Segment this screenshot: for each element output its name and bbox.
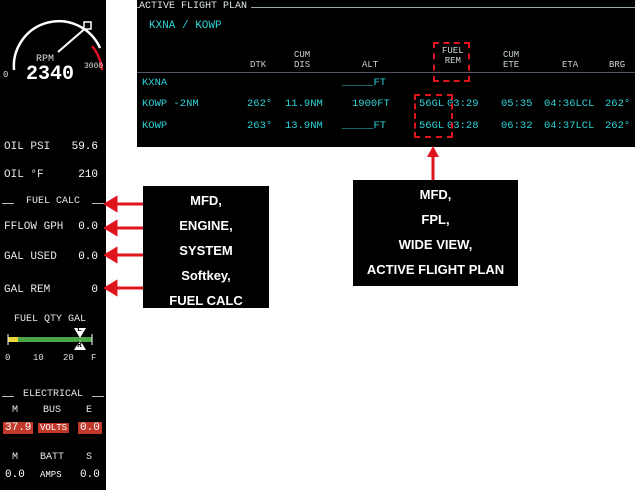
gauge-min-label: 0 [3,70,9,80]
gal-rem-row: GAL REM 0 [4,284,102,296]
header-cum-dis-line2: DIS [294,60,311,70]
active-flight-plan-panel: ACTIVE FLIGHT PLAN KXNA / KOWP DTK CUM D… [137,0,635,147]
batt-label: BATT [40,452,65,463]
fuel-qty-gauge [7,328,93,350]
fpl-wide-view-callout: MFD, FPL, WIDE VIEW, ACTIVE FLIGHT PLAN [353,180,518,286]
engine-indication-panel: 0 3000 RPM 2340 OIL PSI 59.6 OIL °F 210 … [0,0,106,490]
fuel-rem-header-highlight [433,42,470,82]
fuel-left-marker-label: L [77,325,82,334]
oil-psi-label: OIL PSI [4,141,51,153]
row-waypoint: KOWP [142,120,168,132]
fflow-label: FFLOW GPH [4,221,64,233]
gauge-max-label: 3000 [84,62,104,71]
amps-units: AMPS [40,470,62,480]
gal-used-label: GAL USED [4,251,57,263]
row-waypoint: KOWP -2NM [142,98,199,110]
batt-s-value: 0.0 [80,469,100,481]
row-alt: 1900FT [352,98,390,110]
bus-e-label: E [86,405,93,416]
fpl-title: ACTIVE FLIGHT PLAN [139,1,252,12]
callout-line: ENGINE, [179,218,233,233]
rpm-value: 2340 [26,63,75,86]
callout-line: FUEL CALC [169,293,243,308]
oil-psi-row: OIL PSI 59.6 [4,141,102,153]
bus-label: BUS [43,405,62,416]
callout-line: MFD, [419,187,452,202]
fuel-scale-0: 0 [5,353,11,363]
fuel-qty-label: FUEL QTY GAL [14,314,87,325]
batt-s-label: S [86,452,93,463]
bus-m-value: 37.9 [3,422,34,434]
fflow-value: 0.0 [78,221,98,233]
callout-line: FPL, [421,212,450,227]
rpm-needle [57,25,89,53]
gal-rem-label: GAL REM [4,284,51,296]
row-alt: _____FT [342,120,387,132]
callout-line: ACTIVE FLIGHT PLAN [366,262,505,277]
oil-temp-row: OIL °F 210 [4,169,102,181]
row-dtk: 262° [247,98,273,110]
header-cum-dis-line1: CUM [294,50,311,60]
header-eta: ETA [562,60,579,70]
fuel-rem-values-highlight [414,94,453,138]
header-dtk: DTK [250,60,267,70]
bus-volts-row: 37.9 VOLTS 0.0 [0,422,106,438]
row-dtk: 263° [247,120,273,132]
oil-temp-label: OIL °F [4,169,44,181]
batt-m-label: M [12,452,19,463]
oil-temp-value: 210 [78,169,98,181]
fuel-calc-arrows [104,195,144,297]
fuel-scale-10: 10 [33,353,44,363]
fuel-calc-header: FUEL CALC [0,196,106,207]
header-cum-ete-line1: CUM [503,50,520,60]
row-alt: _____FT [342,77,387,89]
bus-m-label: M [12,405,19,416]
row-brg: 262° [605,98,631,110]
header-cum-ete: CUM ETE [503,50,519,70]
row-dis: 13.9NM [285,120,323,132]
callout-line: WIDE VIEW, [398,237,473,252]
header-cum-dis: CUM DIS [294,50,310,70]
fpl-route[interactable]: KXNA / KOWP [149,20,222,32]
gal-used-value: 0.0 [78,251,98,263]
callout-line: MFD, [190,193,222,208]
row-waypoint: KXNA [142,77,168,89]
callout-line: SYSTEM [179,243,233,258]
fuel-scale-f: F [91,353,97,363]
row-dis: 11.9NM [285,98,323,110]
fuel-right-marker-label: R [77,341,82,350]
row-cum-ete: 05:35 [501,98,533,110]
callout-line: Softkey, [181,268,231,283]
row-eta: 04:37LCL [544,120,595,132]
header-alt: ALT [362,60,379,70]
engine-fuel-calc-callout: MFD, ENGINE, SYSTEM Softkey, FUEL CALC [143,186,269,308]
fuel-scale-20: 20 [63,353,74,363]
row-brg: 262° [605,120,631,132]
batt-m-value: 0.0 [5,469,25,481]
header-brg: BRG [609,60,626,70]
row-cum-ete: 06:32 [501,120,533,132]
header-cum-ete-line2: ETE [503,60,520,70]
volts-units: VOLTS [38,423,70,433]
fpl-arrow [427,146,439,184]
gal-used-row: GAL USED 0.0 [4,251,102,263]
oil-psi-value: 59.6 [71,141,98,153]
bus-e-value: 0.0 [78,422,102,434]
fflow-row: FFLOW GPH 0.0 [4,221,102,233]
electrical-header: ELECTRICAL [0,389,106,400]
row-eta: 04:36LCL [544,98,595,110]
gal-rem-value: 0 [91,284,98,296]
